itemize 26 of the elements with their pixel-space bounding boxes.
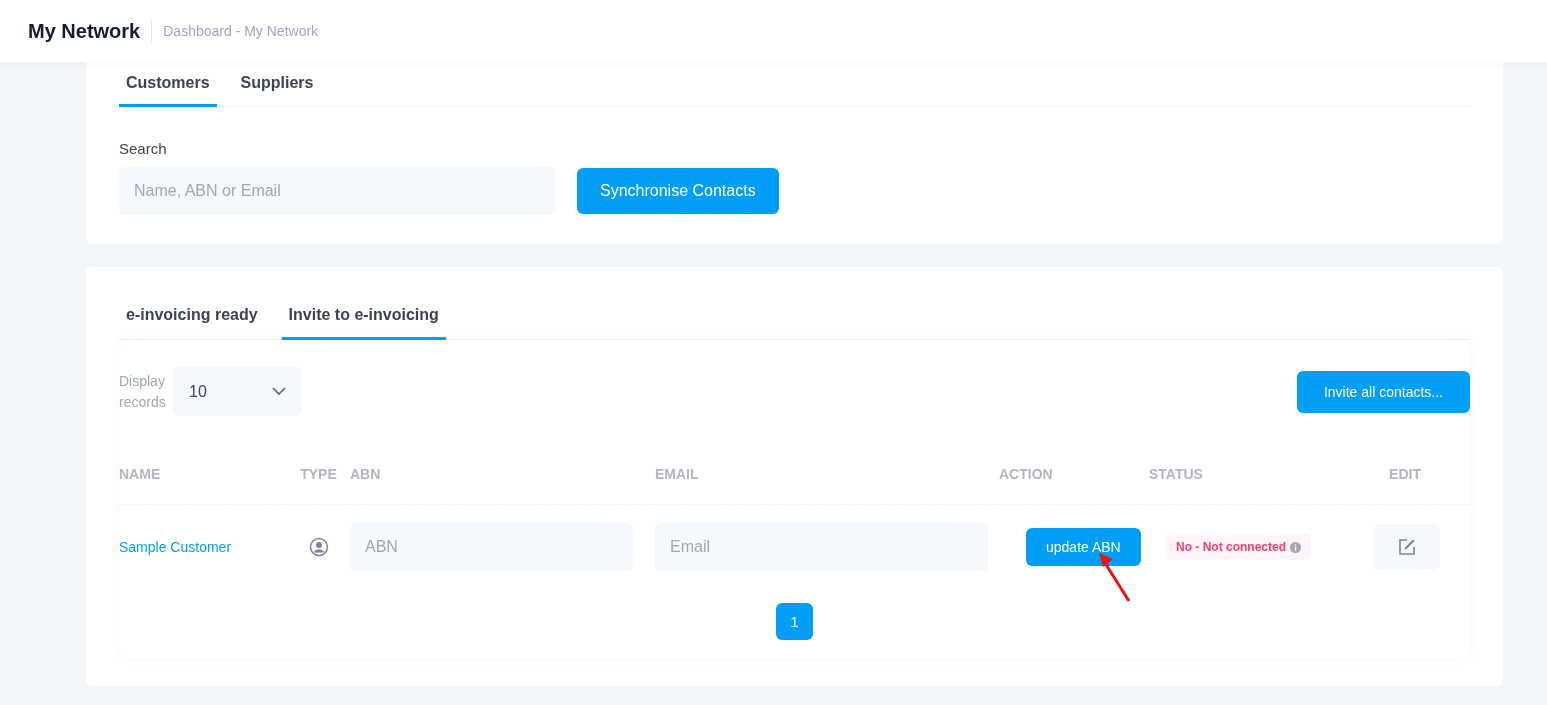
column-header: TYPE [287, 416, 350, 505]
tab[interactable]: Invite to e-invoicing [281, 293, 446, 340]
tab[interactable]: Customers [119, 62, 217, 107]
column-header: EDIT [1340, 416, 1470, 505]
search-field[interactable]: Name, ABN or Email [119, 167, 555, 215]
column-header: ACTION [999, 416, 1149, 505]
column-header: NAME [119, 416, 287, 505]
display-records-label: Display records [119, 371, 165, 412]
email-field[interactable]: Email [655, 523, 988, 571]
column-header: EMAIL [655, 416, 999, 505]
status-badge: No - Not connected [1166, 534, 1311, 560]
column-header: STATUS [1149, 416, 1340, 505]
abn-field[interactable]: ABN [350, 523, 633, 571]
edit-icon [1398, 538, 1416, 556]
user-icon [308, 537, 329, 557]
chevron-down-icon [272, 387, 286, 396]
tab[interactable]: Suppliers [233, 62, 321, 107]
annotation-arrow [1099, 553, 1133, 603]
edit-button[interactable] [1374, 524, 1440, 570]
search-label: Search [119, 140, 168, 157]
breadcrumb: Dashboard - My Network [163, 23, 319, 39]
page-title: My Network [28, 19, 153, 43]
records-select[interactable]: 10 [173, 367, 302, 416]
info-icon [1290, 541, 1301, 553]
tab[interactable]: e-invoicing ready [119, 293, 265, 340]
column-header: ABN [350, 416, 655, 505]
